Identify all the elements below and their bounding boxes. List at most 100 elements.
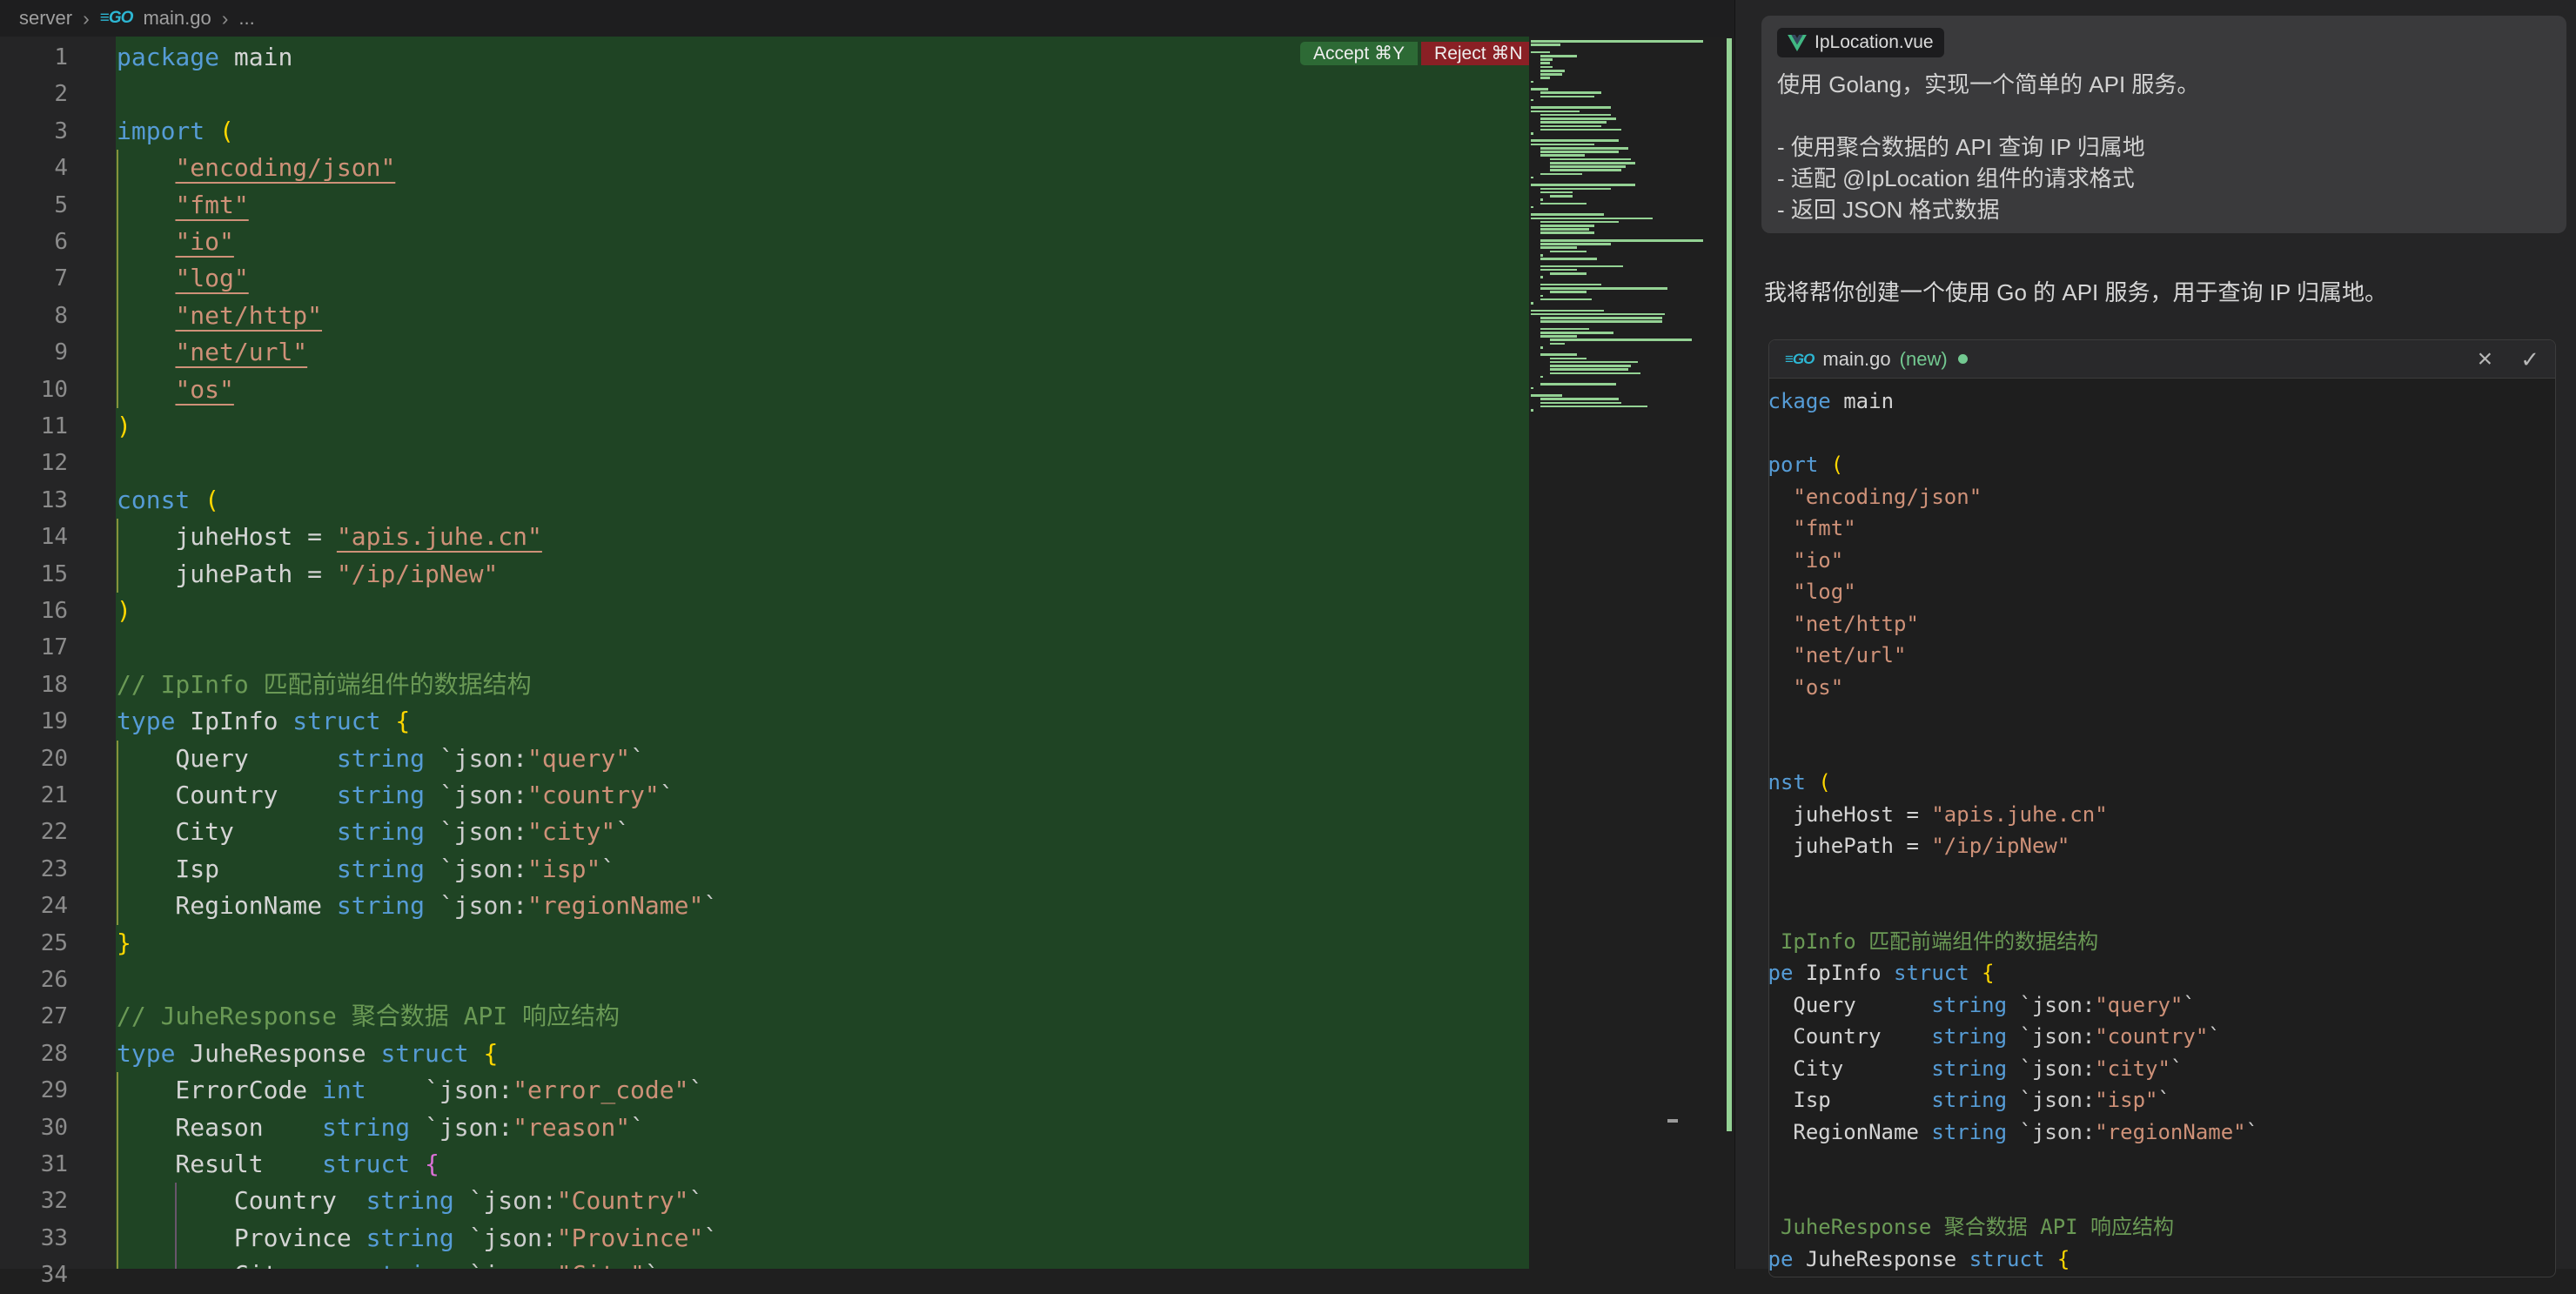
code-preview[interactable]: package main import ( "encoding/json" "f… [1769, 379, 2555, 1277]
line-number: 8 [54, 298, 68, 334]
code-line: Reason string `json:"reason"` [117, 1110, 645, 1146]
file-chip[interactable]: IpLocation.vue [1777, 28, 1944, 57]
minimap-line [1540, 243, 1611, 245]
minimap-line [1540, 121, 1607, 124]
minimap-line [1531, 51, 1550, 54]
line-number: 33 [41, 1220, 68, 1257]
code-line: City string `json:"city"` [117, 814, 630, 850]
minimap-line [1531, 213, 1604, 216]
minimap-line [1540, 239, 1703, 242]
code-line: // IpInfo 匹配前端组件的数据结构 [117, 667, 532, 703]
minimap-line [1540, 203, 1587, 205]
overview-cursor-marker [1667, 1119, 1678, 1123]
minimap-line [1550, 165, 1626, 168]
user-message: IpLocation.vue 使用 Golang，实现一个简单的 API 服务。… [1761, 16, 2566, 233]
minimap-line [1540, 269, 1577, 272]
minimap-line [1540, 254, 1543, 257]
code-card-status: (new) [1900, 348, 1948, 371]
indent-guide [117, 741, 118, 925]
code-line: package main [117, 39, 292, 76]
close-icon[interactable]: × [2478, 346, 2493, 372]
indent-guide [117, 1072, 118, 1269]
apply-check-icon[interactable]: ✓ [2520, 348, 2539, 371]
minimap-line [1531, 394, 1562, 397]
code-line: type IpInfo struct { [117, 703, 410, 740]
minimap[interactable] [1529, 37, 1723, 1269]
reject-button[interactable]: Reject ⌘N [1421, 42, 1536, 65]
minimap-line [1540, 58, 1553, 61]
vue-icon [1788, 35, 1807, 51]
minimap-line [1540, 376, 1543, 379]
code-line: import ( [117, 113, 234, 150]
breadcrumb-symbol[interactable]: ... [238, 7, 254, 30]
minimap-line [1540, 91, 1601, 94]
modified-dot-icon [1958, 354, 1968, 364]
minimap-line [1531, 302, 1533, 305]
minimap-line [1531, 99, 1533, 102]
code-line: Query string `json:"query"` [117, 741, 645, 777]
minimap-line [1540, 188, 1611, 191]
file-chip-label: IpLocation.vue [1815, 32, 1934, 53]
code-preview-content: package main import ( "encoding/json" "f… [1769, 386, 2555, 1275]
minimap-line [1540, 55, 1577, 57]
code-editor[interactable]: package mainimport ( "encoding/json" "fm… [116, 37, 1529, 1269]
line-number: 20 [41, 741, 68, 777]
line-number: 23 [41, 851, 68, 888]
minimap-line [1540, 114, 1611, 117]
line-number: 27 [41, 998, 68, 1035]
minimap-line [1540, 96, 1594, 98]
minimap-line [1540, 346, 1543, 349]
minimap-line [1540, 317, 1662, 319]
code-line: ) [117, 408, 131, 445]
minimap-line [1531, 106, 1611, 109]
code-line: // JuheResponse 聚合数据 API 响应结构 [117, 998, 620, 1035]
code-line: Country string `json:"Country"` [117, 1183, 703, 1219]
line-number: 11 [41, 408, 68, 445]
minimap-line [1540, 328, 1589, 331]
minimap-line [1550, 195, 1572, 198]
code-line: RegionName string `json:"regionName"` [117, 888, 718, 924]
line-number: 10 [41, 372, 68, 408]
line-number: 25 [41, 925, 68, 962]
minimap-line [1550, 169, 1620, 171]
user-message-text: 使用 Golang，实现一个简单的 API 服务。 [1777, 69, 2551, 100]
minimap-line [1540, 66, 1553, 69]
code-line: ErrorCode int `json:"error_code"` [117, 1072, 703, 1109]
code-line: Province string `json:"Province"` [117, 1220, 718, 1257]
code-line: Isp string `json:"isp"` [117, 851, 615, 888]
assistant-message-text: 我将帮你创建一个使用 Go 的 API 服务，用于查询 IP 归属地。 [1764, 275, 2387, 307]
minimap-line [1550, 158, 1630, 161]
gutter: 1234567891011121314151617181920212223242… [0, 37, 116, 1269]
minimap-line [1540, 191, 1572, 194]
minimap-line [1550, 251, 1587, 253]
breadcrumb-folder[interactable]: server [19, 7, 72, 30]
breadcrumb: server › ≡GO main.go › ... [0, 0, 1734, 37]
minimap-line [1540, 295, 1543, 298]
accept-button[interactable]: Accept ⌘Y [1300, 42, 1418, 65]
breadcrumb-file[interactable]: main.go [143, 7, 211, 30]
minimap-line [1540, 406, 1647, 408]
minimap-line [1540, 287, 1667, 290]
code-line: } [117, 925, 131, 962]
code-line: const ( [117, 482, 219, 519]
line-number: 13 [41, 482, 68, 519]
code-line: ) [117, 593, 131, 629]
go-file-icon: ≡GO [100, 9, 133, 28]
minimap-line [1531, 139, 1619, 142]
code-line: "net/http" [117, 298, 322, 334]
code-card-filename[interactable]: main.go [1822, 348, 1890, 371]
code-line: type JuheResponse struct { [117, 1036, 498, 1072]
minimap-line [1531, 81, 1533, 84]
minimap-line [1540, 225, 1594, 227]
go-file-icon: ≡GO [1785, 351, 1814, 368]
minimap-line [1540, 73, 1562, 76]
diff-added-marker [1727, 38, 1732, 1131]
line-number: 9 [54, 334, 68, 371]
minimap-line [1540, 353, 1577, 356]
line-number: 15 [41, 556, 68, 593]
editor-group: server › ≡GO main.go › ... 1234567891011… [0, 0, 1734, 1269]
minimap-line [1540, 173, 1582, 176]
line-number: 29 [41, 1072, 68, 1109]
minimap-line [1550, 339, 1691, 341]
line-number: 7 [54, 260, 68, 297]
